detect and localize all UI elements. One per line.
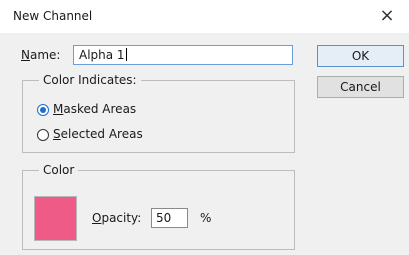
cancel-button[interactable]: Cancel [317,76,404,98]
color-indicates-legend: Color Indicates: [43,73,137,87]
selected-areas-radio[interactable] [37,129,49,141]
opacity-label: Opacity: [92,211,142,225]
color-legend: Color [43,163,75,177]
opacity-input[interactable]: 50 [151,208,188,228]
name-label: Name: [21,48,61,62]
new-channel-dialog: New Channel × Name: Alpha 1 OK Cancel Co… [0,0,409,255]
title-bar: New Channel × [0,0,409,33]
color-swatch[interactable] [34,196,77,241]
opacity-value: 50 [156,211,172,225]
masked-areas-radio[interactable] [37,104,49,116]
masked-areas-label[interactable]: Masked Areas [53,102,136,116]
name-input-value: Alpha 1 [79,48,125,62]
ok-button[interactable]: OK [317,45,404,67]
name-input[interactable]: Alpha 1 [73,45,293,65]
opacity-unit: % [200,211,212,225]
text-caret [125,48,127,61]
dialog-title: New Channel [13,9,93,23]
selected-areas-label[interactable]: Selected Areas [53,127,143,141]
close-icon[interactable]: × [374,5,400,27]
